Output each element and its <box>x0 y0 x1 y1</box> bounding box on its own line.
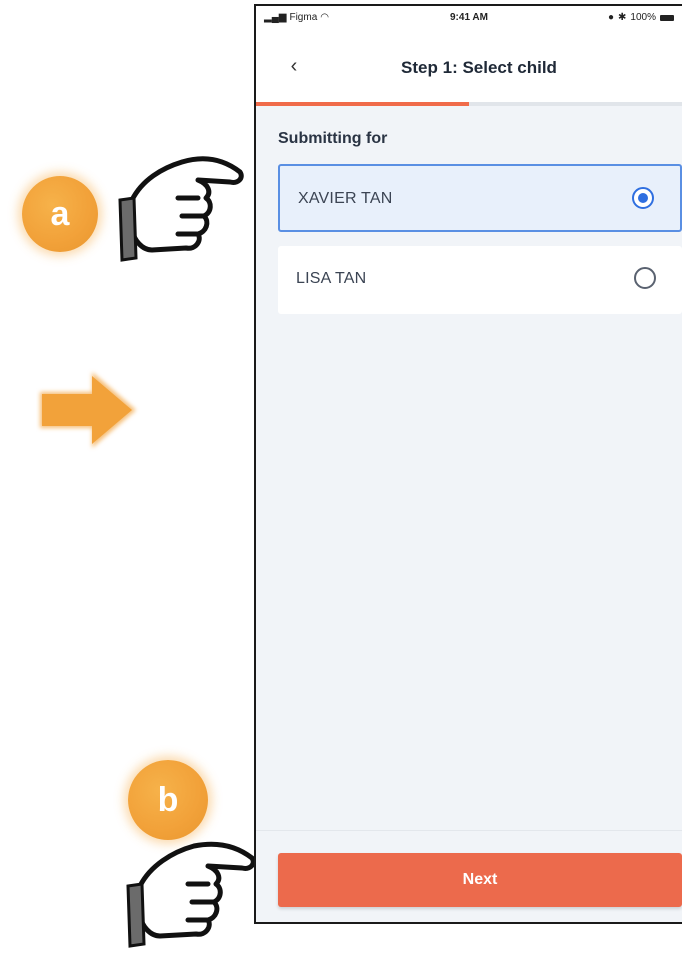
bluetooth-icon: ✱ <box>618 12 627 23</box>
step-progress-bar <box>256 102 682 106</box>
next-button[interactable]: Next <box>278 853 682 907</box>
child-option-lisa[interactable]: LISA TAN <box>278 246 682 314</box>
step-progress-fill <box>256 102 469 106</box>
phone-screen: ▂▄▆ Figma ◠ 9:41 AM ● ✱ 100% ‹ Step 1: S… <box>254 4 682 924</box>
callout-badge-a: a <box>22 176 98 252</box>
child-option-label: LISA TAN <box>296 270 367 287</box>
callout-badge-b: b <box>128 760 208 840</box>
callout-label-a: a <box>50 194 70 233</box>
radio-selected-icon[interactable] <box>632 187 654 209</box>
section-label: Submitting for <box>278 130 388 147</box>
child-option-label: XAVIER TAN <box>298 190 393 207</box>
battery-icon <box>660 14 674 21</box>
nav-bar: ‹ Step 1: Select child <box>256 30 682 104</box>
status-right: ● ✱ 100% <box>608 12 674 23</box>
callout-label-b: b <box>157 780 179 819</box>
battery-percent: 100% <box>630 12 656 23</box>
child-option-xavier[interactable]: XAVIER TAN <box>278 164 682 232</box>
pointing-hand-icon <box>126 841 256 948</box>
page-title: Step 1: Select child <box>401 58 557 77</box>
alarm-icon: ● <box>607 12 615 23</box>
status-bar: ▂▄▆ Figma ◠ 9:41 AM ● ✱ 100% <box>256 6 682 30</box>
right-arrow-icon <box>40 372 136 448</box>
footer: Next <box>256 830 682 922</box>
pointing-hand-icon <box>118 156 244 262</box>
radio-unselected-icon[interactable] <box>634 267 656 289</box>
